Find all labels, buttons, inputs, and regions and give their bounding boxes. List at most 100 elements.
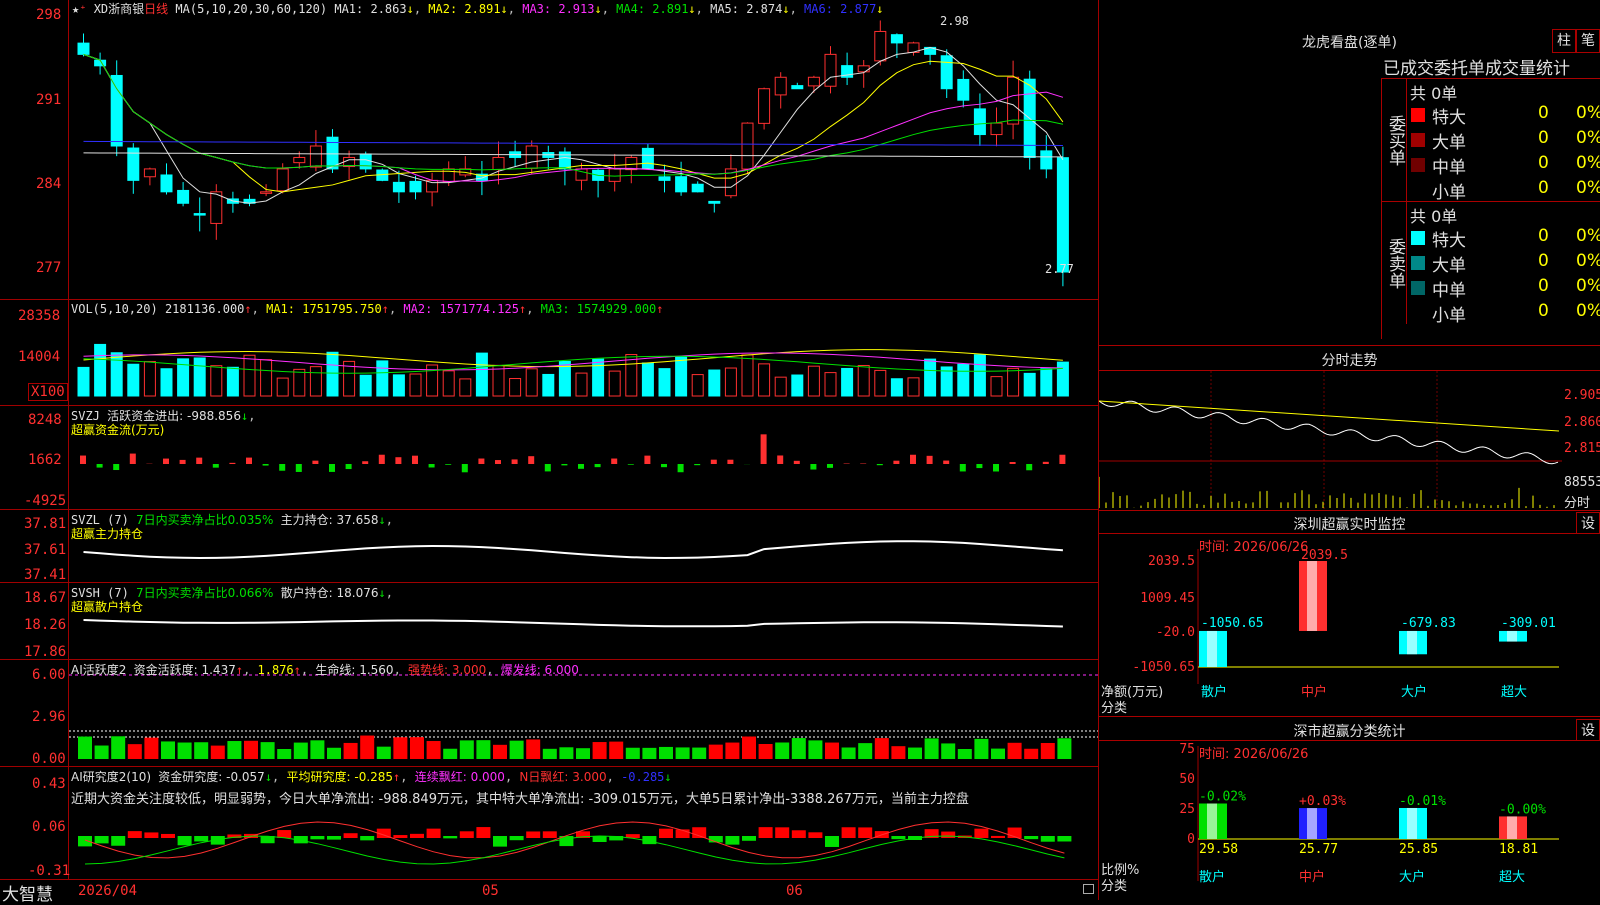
ai1-life: 生命线: 1.560	[315, 663, 393, 677]
y-tick: 277	[36, 260, 61, 276]
flow-bar	[595, 464, 601, 467]
vol-label: VOL(5,10,20)	[71, 302, 158, 316]
activity-bar	[792, 738, 806, 759]
research-bar	[792, 830, 806, 838]
ss-bar-shine	[1407, 808, 1417, 839]
y-tick: -4925	[24, 493, 66, 509]
activity-bar	[393, 737, 407, 759]
research-bar	[393, 835, 407, 838]
sz-settings-button[interactable]: 设	[1576, 512, 1600, 534]
activity-bar	[1057, 738, 1071, 759]
tick-mode-button[interactable]: 笔	[1576, 29, 1600, 53]
activity-bar	[1024, 749, 1038, 759]
price-line	[1099, 401, 1558, 464]
activity-bar	[1041, 743, 1055, 759]
candle	[161, 175, 172, 192]
activity-bar	[310, 740, 324, 759]
color-swatch	[1411, 183, 1425, 197]
activity-bar	[360, 736, 374, 759]
research-bar	[725, 836, 739, 845]
research-bar	[460, 831, 474, 838]
intraday-title: 分时走势	[1099, 350, 1600, 370]
flow-bar	[1043, 462, 1049, 464]
y-tick: 0.43	[32, 776, 66, 792]
sz-value: -1050.65	[1201, 616, 1264, 631]
candle	[310, 146, 321, 167]
chart-area[interactable]	[0, 0, 1100, 900]
stats-tab-header[interactable]: 已成交委托单成交量统计	[1383, 54, 1600, 79]
activity-bar	[144, 738, 158, 759]
activity-bar	[858, 743, 872, 759]
y-tick: 291	[36, 92, 61, 108]
volume-bar	[95, 344, 106, 396]
research-bar	[493, 836, 507, 847]
candle	[178, 190, 189, 203]
volume-bar	[510, 379, 521, 396]
y-tick: 28358	[18, 308, 60, 324]
flow-bar	[346, 464, 352, 469]
volume-bar	[78, 367, 89, 396]
period-label[interactable]: 日线	[144, 2, 168, 16]
vol-ma3: MA3: 1574929.000	[541, 302, 657, 316]
activity-bar	[842, 748, 856, 759]
lhb-name: 中单	[1432, 276, 1466, 301]
flow-bar	[810, 464, 816, 470]
y-tick: 37.81	[24, 516, 66, 532]
research-bar	[659, 829, 673, 838]
flow-bar	[694, 464, 700, 465]
ss-delta: +0.03%	[1299, 794, 1346, 809]
volume-bar	[891, 379, 902, 396]
flow-bar	[678, 464, 684, 472]
activity-bar	[427, 741, 441, 759]
candle	[360, 154, 371, 169]
activity-bar	[476, 740, 490, 759]
candle	[277, 169, 288, 191]
research-bar	[410, 834, 424, 838]
ai1-v2: 1.876	[258, 663, 294, 677]
research-bar	[144, 832, 158, 838]
activity-bar	[676, 747, 690, 759]
lhb-name: 大单	[1432, 251, 1466, 276]
candle	[891, 35, 902, 43]
flow-bar	[462, 464, 468, 472]
volume-bar	[377, 361, 388, 396]
candle	[609, 169, 620, 181]
ss-y-tick: 0	[1187, 832, 1195, 847]
lock-icon[interactable]	[1083, 884, 1094, 894]
ss-bar-shine	[1207, 804, 1217, 839]
candle	[493, 157, 504, 169]
sell-total: 共 0单	[1410, 203, 1457, 227]
y-tick: 0.06	[32, 819, 66, 835]
vol-unit[interactable]: X100	[28, 383, 68, 401]
volume-bar	[128, 364, 139, 396]
lhb-p: 0%	[1576, 301, 1600, 321]
y-tick: 17.86	[24, 644, 66, 660]
research-bar	[1024, 836, 1038, 839]
lhb-v: 0	[1538, 226, 1549, 246]
intraday-chart[interactable]	[1099, 371, 1600, 509]
bar-mode-button[interactable]: 柱	[1552, 29, 1576, 53]
candle	[676, 177, 687, 192]
activity-bar	[78, 737, 92, 759]
flow-bar	[412, 456, 418, 464]
lhb-p: 0%	[1576, 276, 1600, 296]
activity-bar	[659, 747, 673, 759]
activity-bar	[261, 742, 275, 759]
flow-bar	[943, 461, 949, 464]
activity-bar	[642, 748, 656, 759]
flow-bar	[927, 456, 933, 464]
research-bar	[161, 834, 175, 838]
flow-bar	[976, 464, 982, 468]
main-header: ★⁺ XD浙商银日线 MA(5,10,20,30,60,120) MA1: 2.…	[72, 0, 884, 17]
vol-ma2: MA2: 1571774.125	[403, 302, 519, 316]
ma5-value: MA5: 2.874	[710, 2, 782, 16]
ss-bar-shine	[1307, 808, 1317, 839]
ss-settings-button[interactable]: 设	[1576, 719, 1600, 741]
sz-bar-shine	[1207, 631, 1217, 667]
ma-line-1	[84, 47, 1063, 203]
lhb-p: 0%	[1576, 251, 1600, 271]
lhb-v: 0	[1538, 153, 1549, 173]
svzj-subtitle: 超赢资金流(万元)	[71, 421, 164, 438]
activity-bar	[294, 743, 308, 759]
svsh-subtitle: 超赢散户持仓	[71, 598, 143, 615]
